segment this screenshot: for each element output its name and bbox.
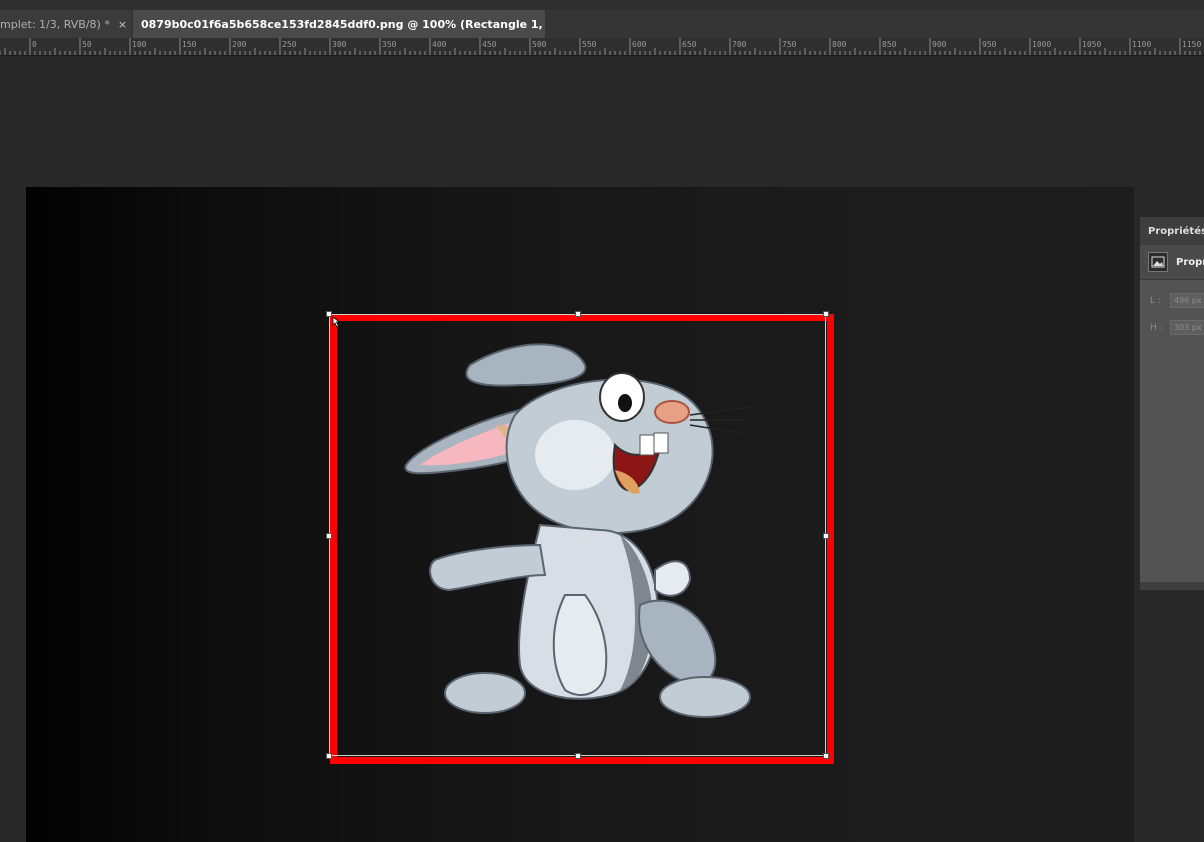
ruler-label: 1150 [1182, 40, 1202, 49]
close-tab-1-icon[interactable]: × [118, 18, 127, 31]
transform-handle-top-right[interactable] [823, 311, 829, 317]
ruler-label: 400 [432, 40, 447, 49]
width-field-row: L : 496 px [1150, 293, 1204, 308]
properties-section[interactable]: Propr [1140, 245, 1204, 280]
ruler-ticks [0, 38, 1201, 55]
properties-section-label: Propr [1176, 256, 1204, 268]
ruler-label: 900 [932, 40, 947, 49]
document-tab-1-label: mplet: 1/3, RVB/8) * [0, 17, 110, 31]
ruler-label: 150 [182, 40, 197, 49]
transform-handle-bottom-right[interactable] [823, 753, 829, 759]
transform-handle-bottom-left[interactable] [326, 753, 332, 759]
ruler-label: 200 [232, 40, 247, 49]
width-label: L : [1150, 295, 1161, 306]
ruler-label: 650 [682, 40, 697, 49]
image-icon [1148, 252, 1168, 272]
ruler-label: 800 [832, 40, 847, 49]
ruler-label: 450 [482, 40, 497, 49]
transform-handle-top-center[interactable] [575, 311, 581, 317]
ruler-label: 1100 [1132, 40, 1152, 49]
ruler-label: 50 [82, 40, 92, 49]
document-tab-2-active[interactable]: 0879b0c01f6a5b658ce153fd2845ddf0.png @ 1… [133, 10, 545, 38]
ruler-label: 1050 [1082, 40, 1102, 49]
transform-handle-bottom-center[interactable] [575, 753, 581, 759]
ruler-label: 1000 [1032, 40, 1052, 49]
ruler-label: 550 [582, 40, 597, 49]
transform-center-point-icon[interactable] [573, 531, 584, 542]
ruler-label: 850 [882, 40, 897, 49]
transform-handle-middle-right[interactable] [823, 533, 829, 539]
height-field-row: H : 303 px [1150, 320, 1204, 335]
height-input[interactable]: 303 px [1170, 320, 1204, 335]
document-tab-1[interactable]: mplet: 1/3, RVB/8) * × [0, 10, 131, 38]
ruler-label: 700 [732, 40, 747, 49]
ruler-label: 750 [782, 40, 797, 49]
ruler-label: 100 [132, 40, 147, 49]
document-tab-2-label: 0879b0c01f6a5b658ce153fd2845ddf0.png @ 1… [141, 17, 545, 31]
width-input[interactable]: 496 px [1170, 293, 1204, 308]
ruler-label: 250 [282, 40, 297, 49]
ruler-label: 350 [382, 40, 397, 49]
document-tab-bar: mplet: 1/3, RVB/8) * × 0879b0c01f6a5b658… [0, 10, 1204, 39]
resize-cursor-icon [332, 316, 341, 328]
ruler-label: 300 [332, 40, 347, 49]
transform-handle-middle-left[interactable] [326, 533, 332, 539]
horizontal-ruler[interactable]: 0 50 100 150 200 250 300 350 400 450 500 550 600 650 7… [0, 38, 1204, 56]
ruler-label: 500 [532, 40, 547, 49]
ruler-label: 600 [632, 40, 647, 49]
ruler-label: 950 [982, 40, 997, 49]
ruler-label: 0 [32, 40, 37, 49]
properties-panel-title: Propriétés [1140, 217, 1204, 245]
height-label: H : [1150, 322, 1163, 333]
properties-panel: Propriétés Propr L : 496 px H : 303 px [1139, 217, 1204, 590]
properties-panel-footer [1140, 582, 1204, 590]
